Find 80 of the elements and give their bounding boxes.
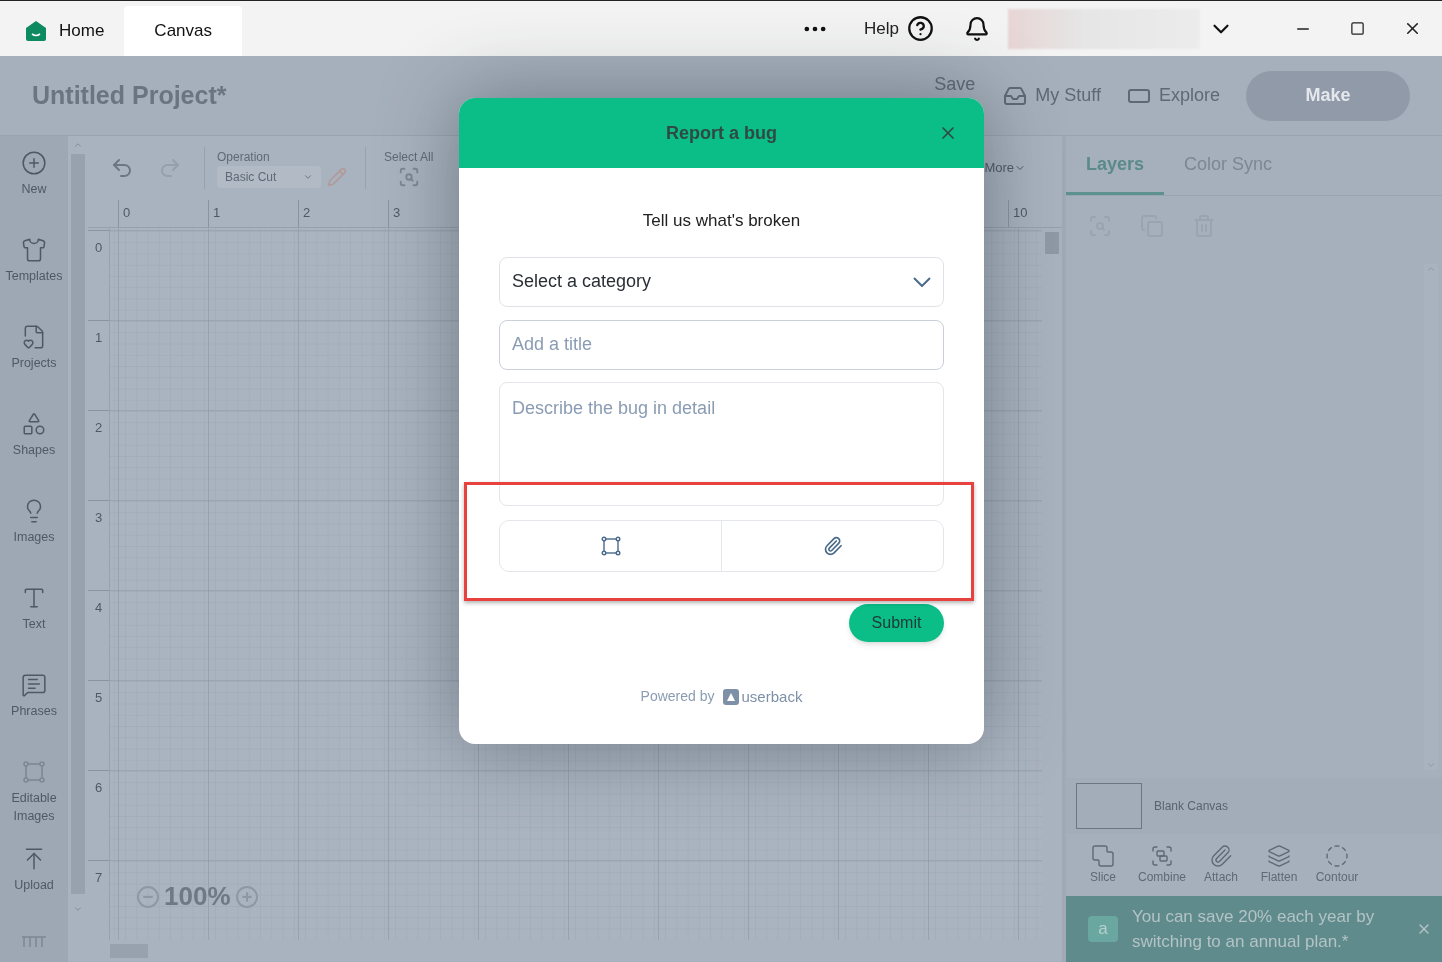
make-button[interactable]: Make <box>1246 70 1410 121</box>
promo-text: You can save 20% each year by switching to an annual plan.* <box>1132 906 1376 953</box>
ruler-label: 0 <box>123 205 131 220</box>
dialog-heading: Tell us what's broken <box>641 210 802 232</box>
paperclip-icon <box>1209 844 1234 868</box>
sidebar-item[interactable]: Upload <box>0 846 68 933</box>
sidebar-item[interactable]: Shapes <box>0 411 68 498</box>
speech-bubble-icon <box>21 672 47 698</box>
help-icon[interactable] <box>907 15 934 42</box>
pen-icon[interactable] <box>327 167 347 187</box>
title-field[interactable]: Add a title <box>499 319 944 370</box>
caret-icon <box>303 172 313 182</box>
save-link[interactable]: Save <box>934 71 976 98</box>
scroll-up-icon[interactable] <box>73 140 83 150</box>
shirt-icon <box>21 237 47 263</box>
help-link[interactable]: Help <box>864 15 899 42</box>
ruler-label: 0 <box>95 240 103 255</box>
node-square-icon <box>21 759 47 785</box>
sidebar-item[interactable]: Text <box>0 585 68 672</box>
ruler-label: 3 <box>393 205 401 220</box>
layer-tool-button[interactable]: Contour <box>1314 844 1361 886</box>
combine-icon <box>1150 844 1174 868</box>
ruler-label: 2 <box>95 420 103 435</box>
house-logo-icon <box>25 20 47 42</box>
scroll-thumb[interactable] <box>1045 232 1059 254</box>
ruler-label: 2 <box>303 205 311 220</box>
paperclip-icon <box>822 535 843 556</box>
operation-label: Operation <box>217 149 271 166</box>
panel-tab[interactable]: Layers <box>1066 136 1165 195</box>
description-field[interactable]: Describe the bug in detail <box>499 381 944 506</box>
nav-link[interactable]: My Stuff <box>1003 82 1101 109</box>
brand-name: userback <box>741 686 803 707</box>
layer-tool-button[interactable]: Slice <box>1080 844 1126 886</box>
sidebar-item[interactable]: Editable Images <box>0 759 68 846</box>
category-select[interactable]: Select a category <box>499 256 944 307</box>
app-tab[interactable]: Canvas <box>124 6 242 56</box>
layer-thumbnail <box>1076 783 1142 829</box>
submit-button[interactable]: Submit <box>849 603 944 642</box>
sidebar-item[interactable]: Templates <box>0 237 68 324</box>
zoom-level: 100% <box>164 880 231 913</box>
ruler-label: 10 <box>1013 205 1028 220</box>
shapes-icon <box>21 411 47 437</box>
sidebar-item[interactable]: Images <box>0 498 68 585</box>
slice-icon <box>1091 844 1115 868</box>
brand-logo-icon <box>722 688 739 705</box>
select-all-label: Select All <box>384 149 434 166</box>
ruler-label: 3 <box>95 510 103 525</box>
crop-frame-icon <box>600 535 621 556</box>
layer-tool-button[interactable]: Combine <box>1138 844 1187 886</box>
scroll-down-icon[interactable] <box>73 904 83 914</box>
grid-tool-icon <box>21 935 47 947</box>
layer-tool-button[interactable]: Attach <box>1198 844 1245 886</box>
ruler-label: 5 <box>95 690 103 705</box>
bell-icon[interactable] <box>964 15 990 42</box>
undo-icon[interactable] <box>110 156 134 180</box>
ruler-label: 4 <box>95 600 103 615</box>
ruler-label: 1 <box>95 330 103 345</box>
ruler-label: 1 <box>213 205 221 220</box>
layer-tool-button[interactable]: Flatten <box>1256 844 1303 886</box>
chevron-down-icon <box>913 276 931 287</box>
powered-by-text: Powered by <box>640 687 715 707</box>
app-tab[interactable]: Home <box>0 6 125 56</box>
layers-icon <box>1267 844 1292 868</box>
zoom-out-icon[interactable] <box>136 884 160 909</box>
ruler-label: 6 <box>95 780 103 795</box>
ruler-label: 7 <box>95 870 103 885</box>
maximize-icon[interactable] <box>1350 21 1365 36</box>
zoom-in-icon[interactable] <box>234 884 259 909</box>
promo-badge: a <box>1088 916 1118 942</box>
sidebar-item[interactable]: New <box>0 150 68 237</box>
plus-circle-icon <box>21 150 47 176</box>
sidebar-item[interactable]: Projects <box>0 324 68 411</box>
nav-link[interactable]: Explore <box>1126 82 1220 109</box>
select-all-icon[interactable] <box>397 166 420 188</box>
operation-dropdown[interactable]: Basic Cut <box>217 166 321 188</box>
dashed-circle-icon <box>1325 844 1350 868</box>
dialog-title: Report a bug <box>666 121 777 145</box>
more-dropdown[interactable]: More <box>984 158 1026 178</box>
sidebar-item[interactable]: Phrases <box>0 672 68 759</box>
project-title: Untitled Project* <box>32 79 227 111</box>
